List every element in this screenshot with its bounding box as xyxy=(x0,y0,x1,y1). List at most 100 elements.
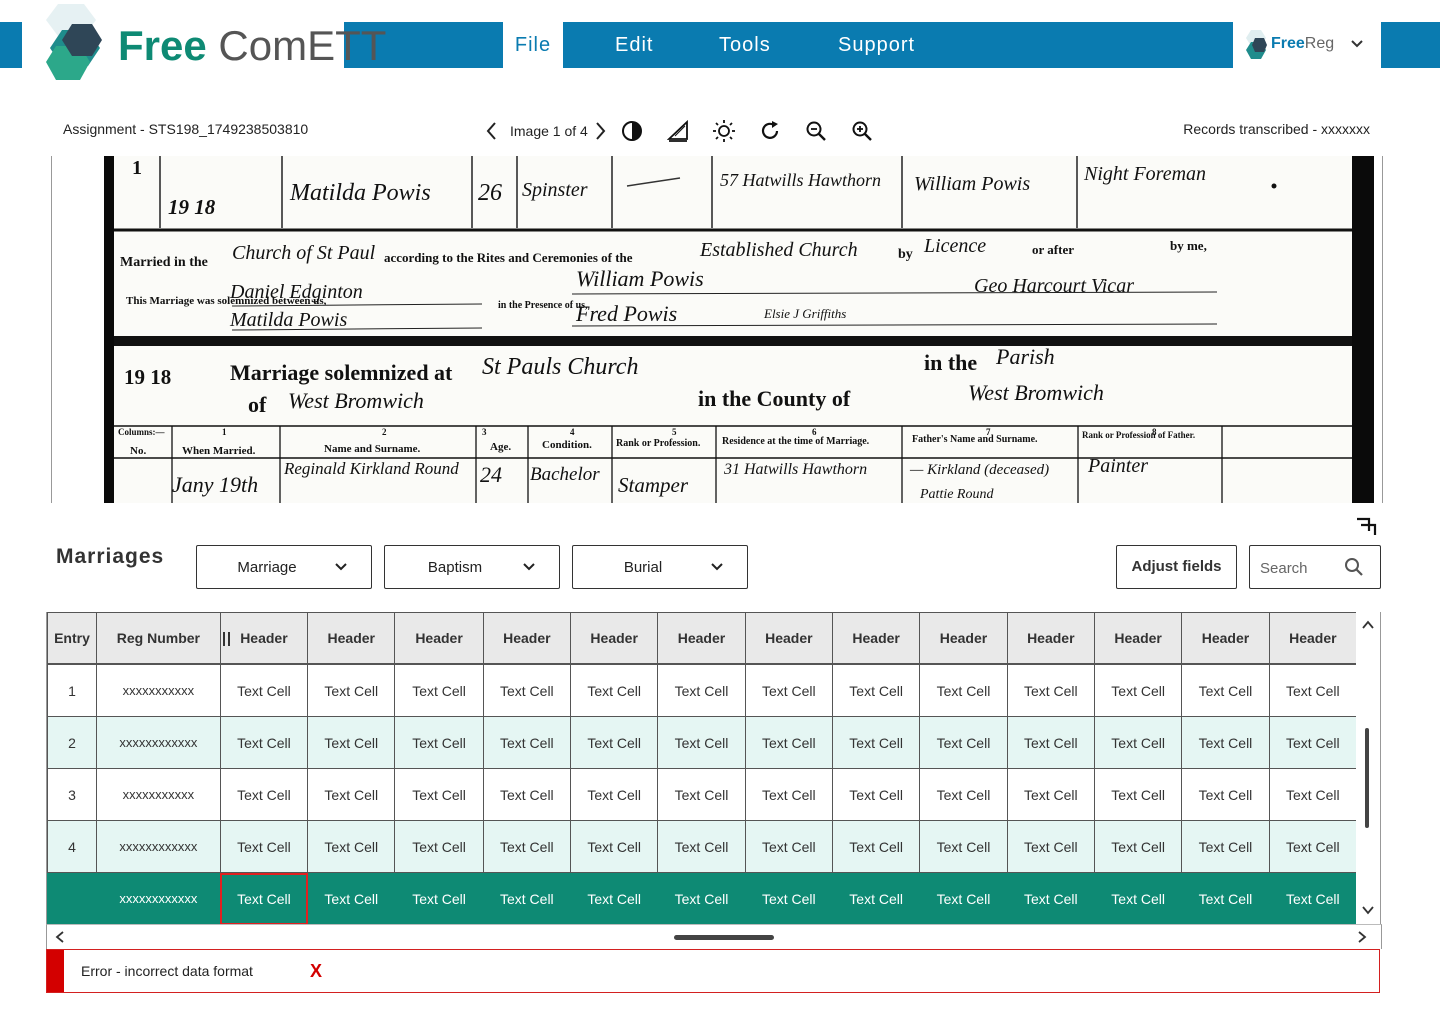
menu-tools[interactable]: Tools xyxy=(669,22,773,68)
chevron-down-icon[interactable] xyxy=(1361,903,1375,917)
previous-image-button[interactable] xyxy=(478,117,506,145)
freereg-selector[interactable]: FreeReg xyxy=(1233,22,1381,68)
rotate-button[interactable] xyxy=(756,117,784,145)
text-cell[interactable]: Text Cell xyxy=(307,768,396,821)
text-cell[interactable]: Text Cell xyxy=(919,716,1008,769)
reg-number-cell[interactable]: xxxxxxxxxxx xyxy=(96,768,221,821)
column-header[interactable]: Header xyxy=(831,612,921,665)
zoom-in-button[interactable] xyxy=(848,117,876,145)
reg-number-cell[interactable]: xxxxxxxxxxxx xyxy=(96,872,221,924)
text-cell[interactable]: Text Cell xyxy=(1268,872,1357,924)
text-cell[interactable]: Text Cell xyxy=(394,663,484,717)
register-image-viewer[interactable]: 1 19 18 Matilda Powis 26 Spinster 57 Hat… xyxy=(51,156,1383,503)
column-header[interactable]: Header xyxy=(1093,612,1183,665)
text-cell[interactable]: Text Cell xyxy=(831,820,921,873)
text-cell[interactable]: Text Cell xyxy=(394,768,484,821)
marriage-dropdown[interactable]: Marriage xyxy=(196,545,372,589)
adjust-fields-button[interactable]: Adjust fields xyxy=(1116,545,1237,589)
vertical-scrollbar[interactable] xyxy=(1356,612,1381,924)
column-header[interactable]: Header xyxy=(919,612,1008,665)
text-cell[interactable]: Text Cell xyxy=(394,716,484,769)
text-cell[interactable]: Text Cell xyxy=(919,820,1008,873)
column-header[interactable]: Header xyxy=(1006,612,1095,665)
text-cell[interactable]: Text Cell xyxy=(744,820,833,873)
column-header[interactable]: Header xyxy=(744,612,833,665)
column-header[interactable]: Header xyxy=(219,612,309,665)
text-cell[interactable]: Text Cell xyxy=(1181,716,1270,769)
column-header[interactable]: Header xyxy=(657,612,746,665)
text-cell[interactable]: Text Cell xyxy=(482,768,572,821)
text-cell[interactable]: Text Cell xyxy=(1268,663,1357,717)
levels-button[interactable] xyxy=(664,117,692,145)
text-cell[interactable]: Text Cell xyxy=(1093,663,1183,717)
text-cell[interactable]: Text Cell xyxy=(831,768,921,821)
entry-cell[interactable]: 3 xyxy=(47,768,97,821)
text-cell[interactable]: Text Cell xyxy=(1093,768,1183,821)
search-icon[interactable] xyxy=(1344,557,1364,577)
chevron-left-icon[interactable] xyxy=(53,930,67,944)
text-cell[interactable]: Text Cell xyxy=(482,716,572,769)
text-cell[interactable]: Text Cell xyxy=(1093,872,1183,924)
text-cell[interactable]: Text Cell xyxy=(1268,716,1357,769)
search-input[interactable] xyxy=(1258,556,1342,580)
text-cell[interactable]: Text Cell xyxy=(1006,872,1095,924)
entry-cell[interactable] xyxy=(47,872,97,924)
text-cell[interactable]: Text Cell xyxy=(744,663,833,717)
table-row[interactable]: 1 xxxxxxxxxxx Text Cell Text Cell Text Cell T… xyxy=(47,663,1357,717)
contrast-button[interactable] xyxy=(618,117,646,145)
text-cell[interactable]: Text Cell xyxy=(482,663,572,717)
column-resize-icon[interactable] xyxy=(223,632,230,646)
text-cell[interactable]: Text Cell xyxy=(1093,716,1183,769)
text-cell[interactable]: Text Cell xyxy=(744,872,833,924)
text-cell[interactable]: Text Cell xyxy=(1006,820,1095,873)
text-cell[interactable]: Text Cell xyxy=(482,872,572,924)
text-cell[interactable]: Text Cell xyxy=(657,768,746,821)
text-cell[interactable]: Text Cell xyxy=(1006,768,1095,821)
text-cell[interactable]: Text Cell xyxy=(744,768,833,821)
text-cell[interactable]: Text Cell xyxy=(657,663,746,717)
text-cell[interactable]: Text Cell xyxy=(1268,768,1357,821)
header-reg-number[interactable]: Reg Number xyxy=(96,612,221,665)
text-cell[interactable]: Text Cell xyxy=(219,820,309,873)
reg-number-cell[interactable]: xxxxxxxxxxxx xyxy=(96,716,221,769)
column-header[interactable]: Header xyxy=(482,612,572,665)
text-cell[interactable]: Text Cell xyxy=(569,716,659,769)
text-cell[interactable]: Text Cell xyxy=(831,663,921,717)
text-cell[interactable]: Text Cell xyxy=(1268,820,1357,873)
text-cell[interactable]: Text Cell xyxy=(569,872,659,924)
text-cell[interactable]: Text Cell xyxy=(394,820,484,873)
text-cell[interactable]: Text Cell xyxy=(919,663,1008,717)
text-cell[interactable]: Text Cell xyxy=(307,820,396,873)
text-cell[interactable]: Text Cell xyxy=(1181,820,1270,873)
table-row[interactable]: 2 xxxxxxxxxxxx Text Cell Text Cell Text Cell… xyxy=(47,716,1357,769)
reg-number-cell[interactable]: xxxxxxxxxxx xyxy=(96,663,221,717)
text-cell[interactable]: Text Cell xyxy=(657,716,746,769)
text-cell[interactable]: Text Cell xyxy=(657,820,746,873)
menu-edit[interactable]: Edit xyxy=(563,22,669,68)
column-header[interactable]: Header xyxy=(1268,612,1357,665)
text-cell[interactable]: Text Cell xyxy=(569,768,659,821)
text-cell[interactable]: Text Cell xyxy=(1093,820,1183,873)
menu-support[interactable]: Support xyxy=(773,22,914,68)
horizontal-scrollbar[interactable] xyxy=(46,924,1382,949)
text-cell[interactable]: Text Cell xyxy=(1181,663,1270,717)
text-cell[interactable]: Text Cell xyxy=(831,872,921,924)
burial-dropdown[interactable]: Burial xyxy=(572,545,748,589)
text-cell[interactable]: Text Cell xyxy=(569,820,659,873)
column-header[interactable]: Header xyxy=(307,612,396,665)
resize-handle-icon[interactable] xyxy=(1355,511,1379,535)
column-header[interactable]: Header xyxy=(394,612,484,665)
next-image-button[interactable] xyxy=(592,117,608,145)
table-row[interactable]: xxxxxxxxxxxx Text Cell Text Cell Text Cell T… xyxy=(47,872,1357,924)
text-cell[interactable]: Text Cell xyxy=(1006,716,1095,769)
table-row[interactable]: 4 xxxxxxxxxxxx Text Cell Text Cell Text Cell… xyxy=(47,820,1357,873)
vertical-scroll-thumb[interactable] xyxy=(1365,728,1369,828)
baptism-dropdown[interactable]: Baptism xyxy=(384,545,560,589)
text-cell[interactable]: Text Cell xyxy=(219,663,309,717)
text-cell[interactable]: Text Cell xyxy=(307,872,396,924)
entry-cell[interactable]: 2 xyxy=(47,716,97,769)
menu-file[interactable]: File xyxy=(503,22,563,68)
table-row[interactable]: 3 xxxxxxxxxxx Text Cell Text Cell Text Cell T… xyxy=(47,768,1357,821)
text-cell[interactable]: Text Cell xyxy=(219,768,309,821)
text-cell[interactable]: Text Cell xyxy=(831,716,921,769)
